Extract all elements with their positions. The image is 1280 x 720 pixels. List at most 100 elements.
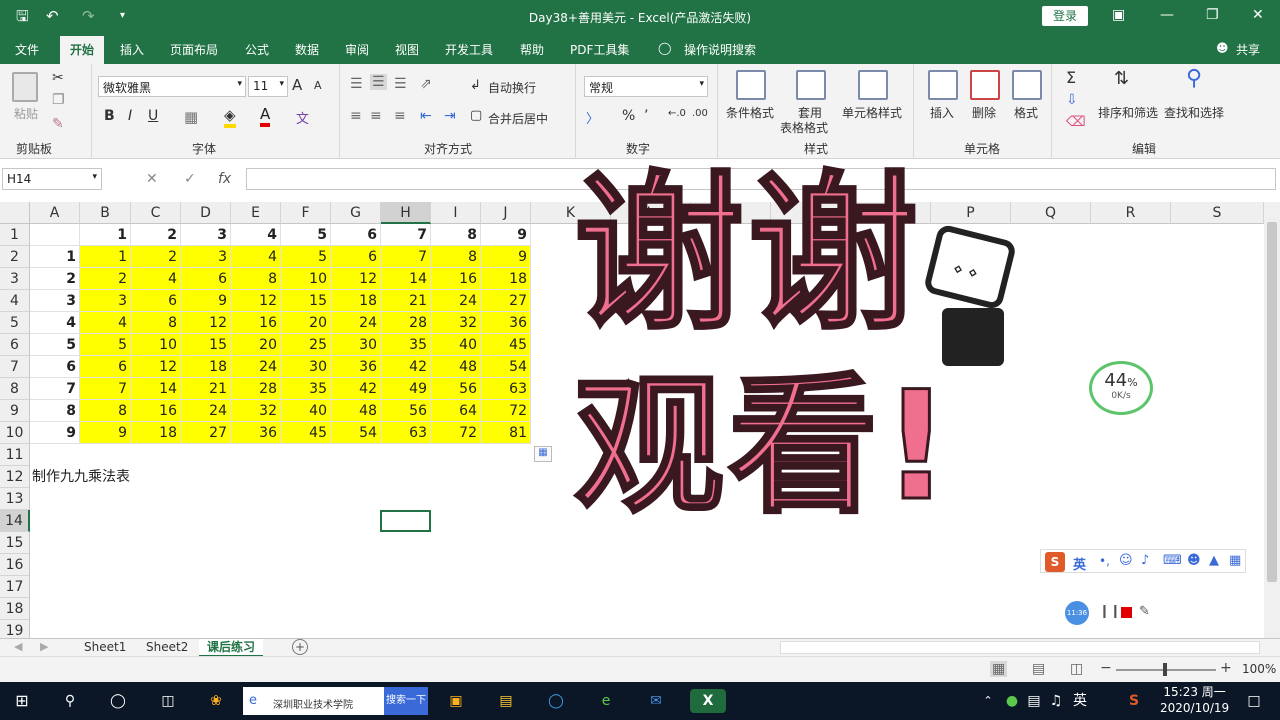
table-cell[interactable]: 30 xyxy=(281,356,331,378)
vertical-scroll-thumb[interactable] xyxy=(1267,222,1277,582)
table-cell[interactable]: 72 xyxy=(481,400,531,422)
pinwheel-app-icon[interactable]: ❀ xyxy=(204,689,228,713)
borders-icon[interactable]: ▦ xyxy=(184,108,198,126)
table-cell[interactable]: 18 xyxy=(131,422,181,444)
row-header-2[interactable]: 2 xyxy=(0,246,30,268)
row-header-14[interactable]: 14 xyxy=(0,510,30,532)
active-cell-h14[interactable] xyxy=(380,510,431,532)
column-header-h[interactable]: H xyxy=(381,202,431,224)
row-header-4[interactable]: 4 xyxy=(0,290,30,312)
header-cell[interactable]: 6 xyxy=(331,224,381,246)
find-select-button[interactable]: 查找和选择 xyxy=(1164,104,1224,121)
tab-view[interactable]: 视图 xyxy=(395,41,419,58)
table-cell[interactable]: 8 xyxy=(431,246,481,268)
row-label-cell[interactable]: 2 xyxy=(30,268,80,290)
paste-button[interactable]: 粘贴 xyxy=(14,105,38,122)
edge-icon[interactable]: ◯ xyxy=(544,689,568,713)
tab-formulas[interactable]: 公式 xyxy=(245,41,269,58)
volume-icon[interactable]: ♫ xyxy=(1044,689,1068,713)
zoom-level[interactable]: 100% xyxy=(1242,662,1276,676)
table-cell[interactable]: 14 xyxy=(381,268,431,290)
browser-search-button[interactable]: 搜索一下 xyxy=(384,687,428,715)
table-cell[interactable]: 27 xyxy=(481,290,531,312)
table-cell[interactable]: 64 xyxy=(431,400,481,422)
tab-scroll-right-icon[interactable]: ▶ xyxy=(40,640,48,653)
tab-home[interactable]: 开始 xyxy=(60,36,105,64)
table-cell[interactable]: 15 xyxy=(281,290,331,312)
zoom-out-icon[interactable]: − xyxy=(1100,660,1112,676)
table-cell[interactable]: 12 xyxy=(231,290,281,312)
table-cell[interactable]: 20 xyxy=(231,334,281,356)
table-cell[interactable]: 4 xyxy=(131,268,181,290)
table-cell[interactable]: 10 xyxy=(131,334,181,356)
quick-analysis-icon[interactable]: ▦ xyxy=(534,446,552,462)
zoom-in-icon[interactable]: + xyxy=(1220,660,1232,676)
browser-360-icon[interactable]: e xyxy=(594,689,618,713)
normal-view-icon[interactable]: ▦ xyxy=(990,661,1008,677)
record-timer[interactable]: 11:36 xyxy=(1065,601,1089,625)
vertical-scrollbar[interactable] xyxy=(1264,202,1280,638)
header-cell[interactable]: 8 xyxy=(431,224,481,246)
system-clock[interactable]: 15:23 周一 2020/10/19 xyxy=(1160,684,1229,716)
table-cell[interactable]: 42 xyxy=(331,378,381,400)
name-box[interactable]: H14 ▾ xyxy=(2,168,102,190)
table-cell[interactable]: 45 xyxy=(281,422,331,444)
store-icon[interactable]: ▣ xyxy=(444,689,468,713)
language-indicator[interactable]: 英 xyxy=(1068,689,1092,713)
table-cell[interactable]: 49 xyxy=(381,378,431,400)
autosum-icon[interactable]: Σ xyxy=(1066,68,1076,87)
header-cell[interactable]: 3 xyxy=(181,224,231,246)
column-header-j[interactable]: J xyxy=(481,202,531,224)
decrease-decimal-icon[interactable]: .00 xyxy=(692,108,708,119)
sheet-tab-3[interactable]: 课后练习 xyxy=(199,639,264,657)
table-cell[interactable]: 10 xyxy=(281,268,331,290)
table-cell[interactable]: 54 xyxy=(481,356,531,378)
add-sheet-icon[interactable]: + xyxy=(292,639,308,655)
conditional-format-button[interactable]: 条件格式 xyxy=(726,104,774,121)
column-header-i[interactable]: I xyxy=(431,202,481,224)
table-cell[interactable]: 63 xyxy=(481,378,531,400)
table-cell[interactable]: 9 xyxy=(481,246,531,268)
column-header-r[interactable]: R xyxy=(1091,202,1171,224)
cortana-icon[interactable]: ◯ xyxy=(106,689,130,713)
phonetic-button[interactable]: 文 xyxy=(296,108,309,127)
row-header-18[interactable]: 18 xyxy=(0,598,30,620)
search-icon[interactable]: ⚲ xyxy=(58,689,82,713)
network-speed-widget[interactable]: 44% 0K/s xyxy=(1089,361,1153,415)
file-explorer-icon[interactable]: ▤ xyxy=(494,689,518,713)
table-cell[interactable]: 4 xyxy=(80,312,131,334)
table-cell[interactable]: 81 xyxy=(481,422,531,444)
row-label-cell[interactable]: 1 xyxy=(30,246,80,268)
column-header-d[interactable]: D xyxy=(181,202,231,224)
column-header-q[interactable]: Q xyxy=(1011,202,1091,224)
sheet-tab-2[interactable]: Sheet2 xyxy=(138,639,196,657)
row-header-12[interactable]: 12 xyxy=(0,466,30,488)
find-icon[interactable]: ⚲ xyxy=(1186,66,1202,91)
sort-filter-icon[interactable]: ⇅ xyxy=(1114,68,1129,89)
row-header-7[interactable]: 7 xyxy=(0,356,30,378)
row-header-1[interactable]: 1 xyxy=(0,224,30,246)
table-cell[interactable]: 48 xyxy=(331,400,381,422)
table-cell[interactable]: 18 xyxy=(481,268,531,290)
column-header-s[interactable]: S xyxy=(1171,202,1264,224)
indent-icon[interactable]: ⇤ xyxy=(420,108,432,124)
table-cell[interactable]: 35 xyxy=(381,334,431,356)
notifications-icon[interactable]: □ xyxy=(1242,689,1266,713)
table-cell[interactable]: 18 xyxy=(181,356,231,378)
row-label-cell[interactable]: 7 xyxy=(30,378,80,400)
currency-icon[interactable]: 〉 xyxy=(586,108,599,127)
excel-taskbar-icon[interactable]: X xyxy=(690,689,726,713)
row-header-6[interactable]: 6 xyxy=(0,334,30,356)
row-header-9[interactable]: 9 xyxy=(0,400,30,422)
font-color-button[interactable]: A xyxy=(260,105,271,127)
align-right-icon[interactable]: ≡ xyxy=(394,108,406,124)
tab-insert[interactable]: 插入 xyxy=(120,41,144,58)
table-cell[interactable]: 18 xyxy=(331,290,381,312)
insert-cells-icon[interactable] xyxy=(928,70,958,100)
merge-icon[interactable]: ▢ xyxy=(470,108,482,123)
fill-color-icon[interactable]: ◈ xyxy=(224,106,236,128)
browser-search-box[interactable]: e 深圳职业技术学院 搜索一下 xyxy=(243,687,428,715)
select-all-corner[interactable] xyxy=(0,202,30,224)
table-cell[interactable]: 16 xyxy=(231,312,281,334)
tab-help[interactable]: 帮助 xyxy=(520,41,544,58)
